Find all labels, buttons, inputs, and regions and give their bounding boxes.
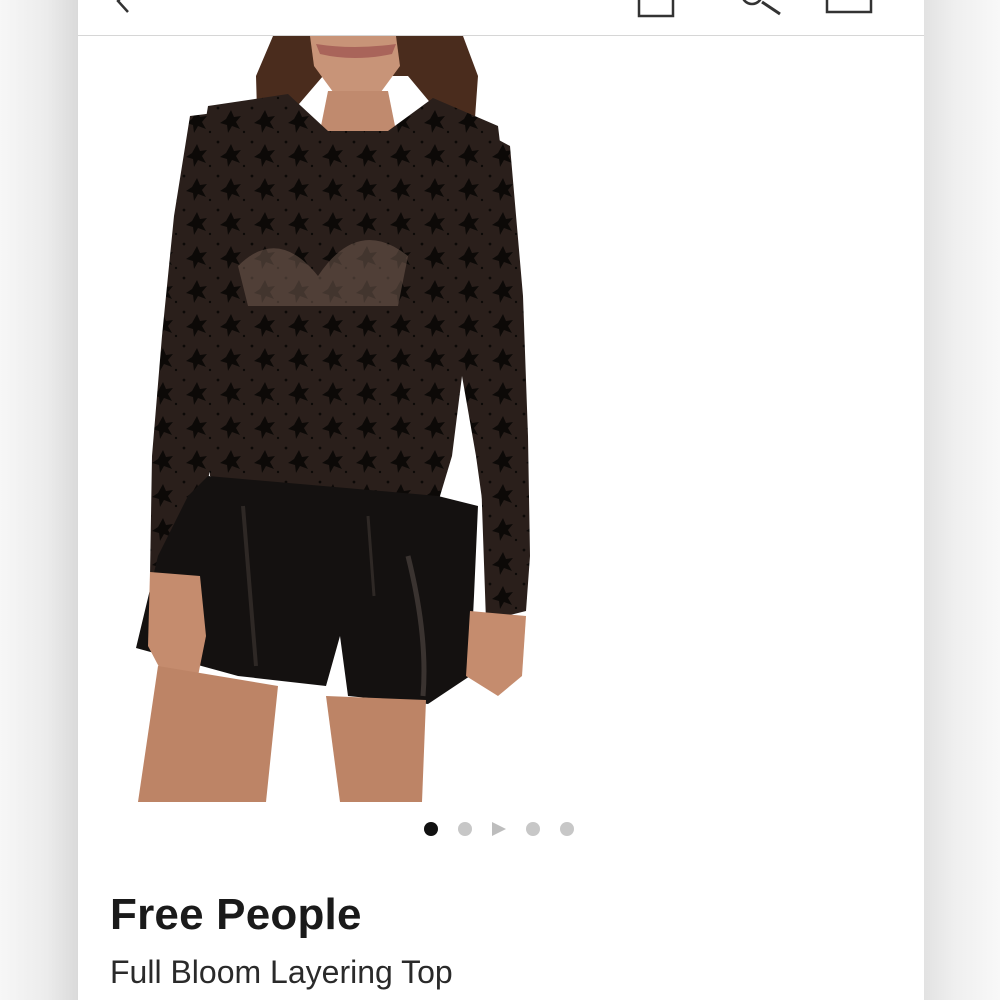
carousel-dot-2[interactable] <box>458 822 472 836</box>
top-navigation-bar <box>78 0 924 36</box>
right-background-margin <box>924 0 1000 1000</box>
carousel-dot-5[interactable] <box>560 822 574 836</box>
app-screen: Free People Full Bloom Layering Top <box>78 0 924 1000</box>
search-icon[interactable] <box>738 0 784 23</box>
image-carousel-indicator <box>424 821 594 837</box>
product-title: Full Bloom Layering Top <box>110 954 453 990</box>
left-background-margin <box>0 0 78 1000</box>
chevron-left-icon[interactable] <box>106 0 136 21</box>
model-wearing-lace-top-image <box>136 36 530 802</box>
menu-icon[interactable] <box>824 0 874 21</box>
carousel-dot-4[interactable] <box>526 822 540 836</box>
product-image[interactable] <box>78 36 924 802</box>
product-brand[interactable]: Free People <box>110 890 362 940</box>
shopping-bag-icon[interactable] <box>634 0 678 23</box>
play-icon[interactable] <box>492 822 506 836</box>
carousel-dot-1[interactable] <box>424 822 438 836</box>
